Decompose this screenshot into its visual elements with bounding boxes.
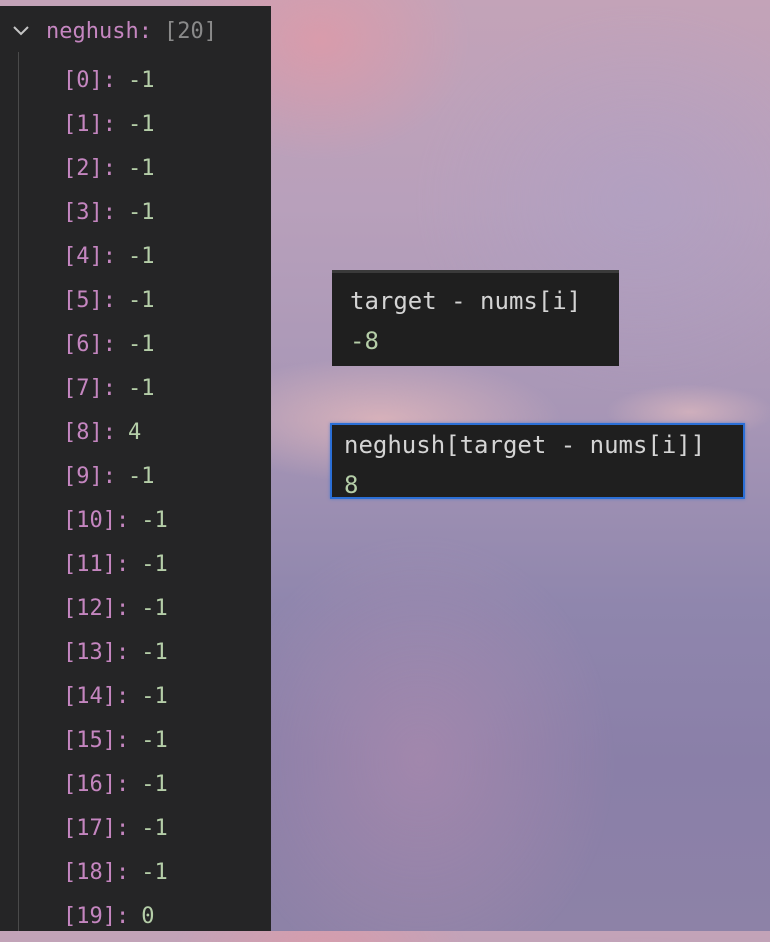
element-index: [11]:	[63, 552, 130, 577]
variable-header-neghush[interactable]: neghush: [20]	[12, 16, 217, 46]
element-index: [16]:	[63, 772, 130, 797]
array-element-row[interactable]: [9]: -1	[63, 458, 168, 502]
debug-variables-panel: neghush: [20] [0]: -1 [1]: -1 [2]: -1 [3]: -…	[0, 6, 271, 931]
element-value: -1	[141, 508, 168, 533]
array-element-row[interactable]: [8]: 4	[63, 414, 168, 458]
element-index: [3]:	[63, 200, 116, 225]
array-elements-list: [0]: -1 [1]: -1 [2]: -1 [3]: -1 [4]: -1 [5]: -…	[63, 62, 168, 942]
element-index: [2]:	[63, 156, 116, 181]
element-value: -1	[141, 728, 168, 753]
hover-expression: neghush[target - nums[i]]	[344, 431, 706, 459]
element-value: -1	[127, 200, 155, 225]
element-value: -1	[141, 684, 168, 709]
element-value: -1	[141, 596, 168, 621]
array-element-row[interactable]: [0]: -1	[63, 62, 168, 106]
element-index: [8]:	[63, 420, 116, 445]
element-value: 4	[127, 420, 142, 445]
element-value: -1	[127, 464, 155, 489]
array-element-row[interactable]: [15]: -1	[63, 722, 168, 766]
element-index: [4]:	[63, 244, 116, 269]
array-element-row[interactable]: [1]: -1	[63, 106, 168, 150]
variable-length: [20]	[163, 18, 217, 44]
variable-name: neghush	[46, 18, 139, 44]
element-value: 0	[141, 904, 155, 929]
chevron-down-icon[interactable]	[12, 16, 38, 46]
element-value: -1	[127, 244, 155, 269]
array-element-row[interactable]: [19]: 0	[63, 898, 168, 942]
element-value: -1	[127, 376, 155, 401]
array-element-row[interactable]: [4]: -1	[63, 238, 168, 282]
hover-tooltip-indexed-expression: neghush[target - nums[i]] 8	[330, 423, 745, 499]
element-index: [19]:	[63, 904, 130, 929]
element-value: -1	[141, 640, 168, 665]
array-element-row[interactable]: [10]: -1	[63, 502, 168, 546]
element-value: -1	[141, 816, 168, 841]
element-value: -1	[127, 332, 155, 357]
array-element-row[interactable]: [17]: -1	[63, 810, 168, 854]
array-element-row[interactable]: [13]: -1	[63, 634, 168, 678]
element-index: [10]:	[63, 508, 130, 533]
element-index: [7]:	[63, 376, 116, 401]
element-value: -1	[141, 552, 168, 577]
array-element-row[interactable]: [6]: -1	[63, 326, 168, 370]
element-value: -1	[141, 860, 168, 885]
hover-result: 8	[344, 471, 359, 499]
element-value: -1	[141, 772, 168, 797]
element-index: [9]:	[63, 464, 116, 489]
element-index: [6]:	[63, 332, 116, 357]
array-element-row[interactable]: [11]: -1	[63, 546, 168, 590]
element-index: [15]:	[63, 728, 130, 753]
array-element-row[interactable]: [5]: -1	[63, 282, 168, 326]
element-index: [13]:	[63, 640, 130, 665]
element-value: -1	[127, 68, 155, 93]
element-index: [14]:	[63, 684, 130, 709]
array-element-row[interactable]: [18]: -1	[63, 854, 168, 898]
element-value: -1	[127, 112, 155, 137]
element-index: [5]:	[63, 288, 116, 313]
element-index: [18]:	[63, 860, 130, 885]
array-element-row[interactable]: [3]: -1	[63, 194, 168, 238]
array-element-row[interactable]: [2]: -1	[63, 150, 168, 194]
array-element-row[interactable]: [14]: -1	[63, 678, 168, 722]
hover-expression: target - nums[i]	[350, 287, 582, 315]
element-index: [17]:	[63, 816, 130, 841]
element-value: -1	[127, 288, 155, 313]
variable-separator: :	[138, 18, 152, 44]
array-element-row[interactable]: [12]: -1	[63, 590, 168, 634]
element-index: [0]:	[63, 68, 116, 93]
array-element-row[interactable]: [16]: -1	[63, 766, 168, 810]
element-index: [12]:	[63, 596, 130, 621]
hover-result: -8	[350, 327, 379, 355]
hover-tooltip-expression: target - nums[i] -8	[332, 270, 619, 366]
array-element-row[interactable]: [7]: -1	[63, 370, 168, 414]
element-value: -1	[127, 156, 155, 181]
element-index: [1]:	[63, 112, 116, 137]
tree-indent-guide	[18, 52, 19, 931]
